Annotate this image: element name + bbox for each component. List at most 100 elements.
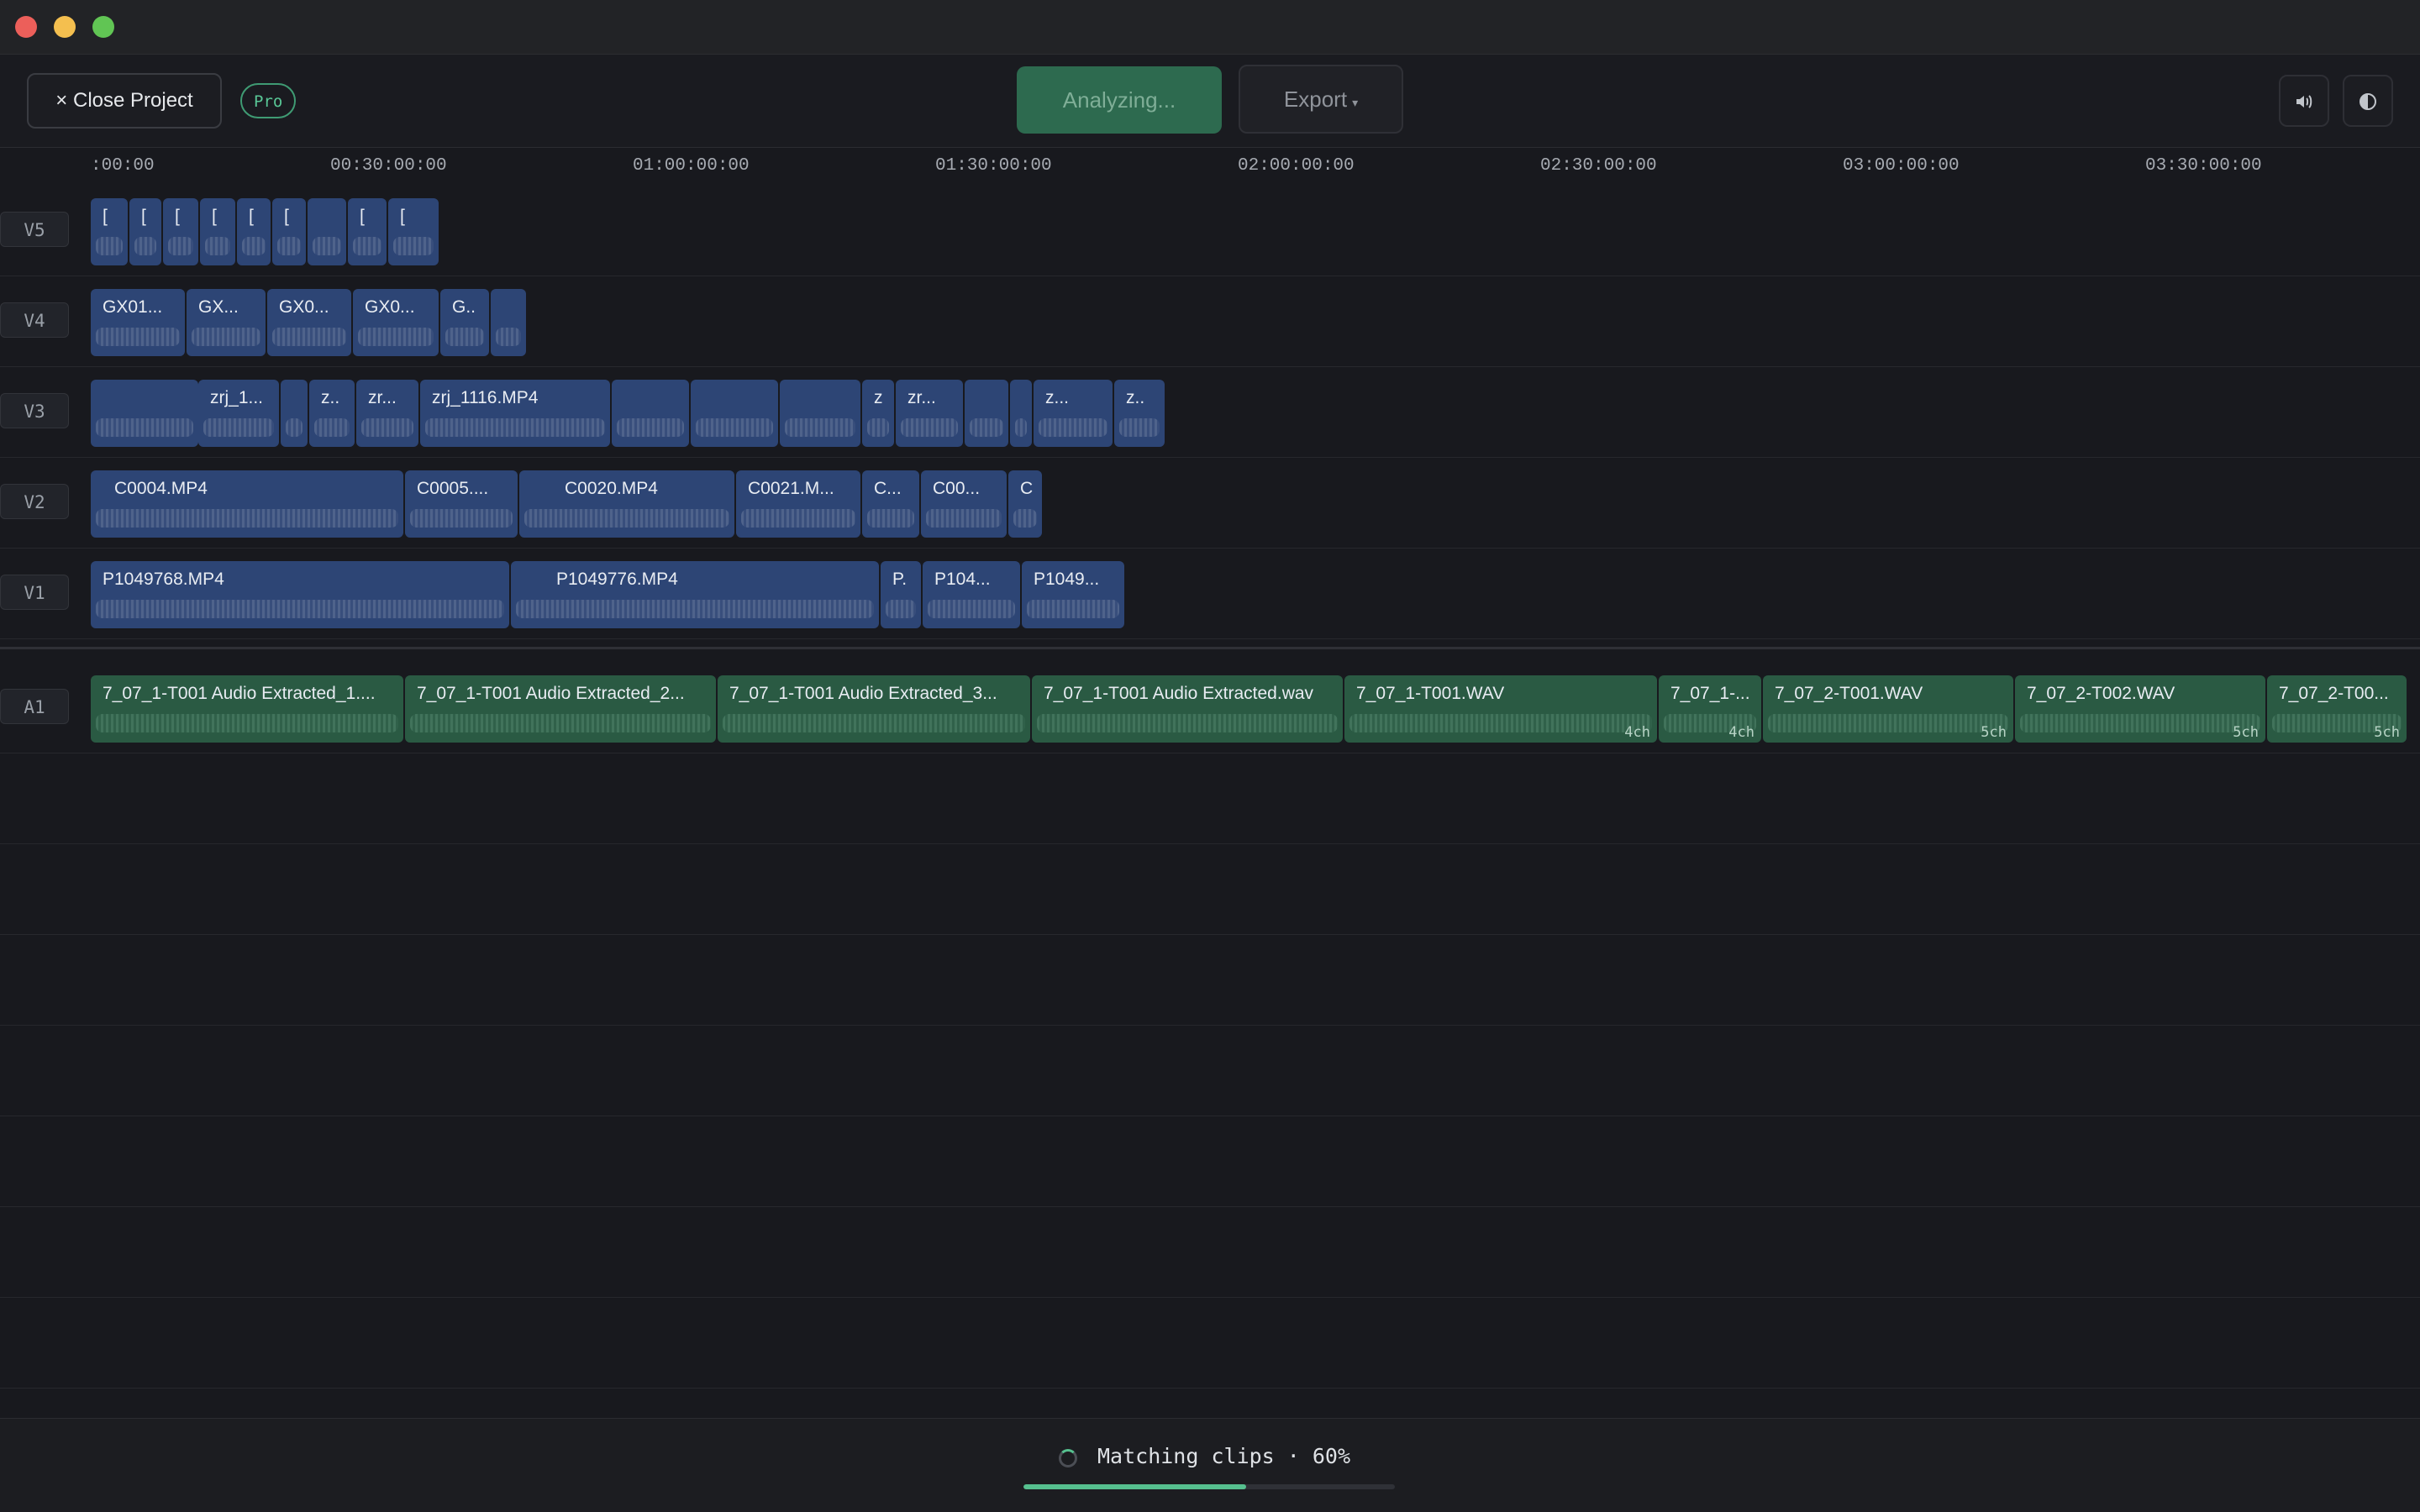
clip[interactable]: C0021.M... bbox=[736, 470, 860, 538]
clip[interactable]: z.. bbox=[1114, 380, 1165, 447]
ruler-tick: 00:30:00:00 bbox=[330, 156, 447, 176]
status-bar: Matching clips · 60% bbox=[0, 1418, 2420, 1512]
clip[interactable]: [ bbox=[388, 198, 439, 265]
close-project-button[interactable]: × Close Project bbox=[27, 73, 222, 129]
clip[interactable]: 7_07_1-T001 Audio Extracted_2... bbox=[405, 675, 716, 743]
window-maximize-button[interactable] bbox=[92, 16, 114, 38]
clip[interactable]: P. bbox=[881, 561, 921, 628]
clip[interactable]: [ bbox=[348, 198, 387, 265]
clip[interactable]: zr... bbox=[896, 380, 963, 447]
clip[interactable]: 7_07_1-T001 Audio Extracted_1.... bbox=[91, 675, 403, 743]
ruler-tick: 03:30:00:00 bbox=[2145, 156, 2262, 176]
ruler-tick: 02:30:00:00 bbox=[1540, 156, 1657, 176]
clip[interactable]: GX... bbox=[187, 289, 266, 356]
clip[interactable] bbox=[308, 198, 346, 265]
empty-track-row bbox=[0, 934, 2420, 1026]
clip[interactable] bbox=[780, 380, 860, 447]
track-label: V5 bbox=[0, 212, 69, 247]
waveform bbox=[96, 509, 398, 528]
loading-spinner-icon bbox=[1059, 1449, 1077, 1467]
status-text: Matching clips · 60% bbox=[1097, 1444, 1351, 1468]
waveform bbox=[203, 418, 274, 437]
clip[interactable]: zr... bbox=[356, 380, 418, 447]
clip[interactable]: C0004.MP4 bbox=[91, 470, 403, 538]
title-bar bbox=[0, 0, 2420, 55]
clip-name: 7_07_1-T001.WAV bbox=[1356, 684, 1505, 703]
clip-name: zr... bbox=[908, 388, 936, 407]
clip[interactable]: z... bbox=[1034, 380, 1113, 447]
ruler-tick: :00:00 bbox=[91, 156, 155, 176]
clip[interactable] bbox=[491, 289, 526, 356]
clip[interactable]: 7_07_1-... 4ch bbox=[1659, 675, 1761, 743]
waveform bbox=[272, 328, 346, 346]
clip[interactable]: GX0... bbox=[353, 289, 439, 356]
waveform bbox=[96, 237, 123, 255]
clip[interactable] bbox=[691, 380, 778, 447]
clip[interactable]: C0020.MP4 bbox=[519, 470, 734, 538]
clip[interactable]: [ bbox=[200, 198, 235, 265]
timeline-ruler[interactable]: :00:00 00:30:00:00 01:00:00:00 01:30:00:… bbox=[0, 148, 2420, 183]
clip[interactable]: P1049776.MP4 bbox=[511, 561, 879, 628]
clip[interactable]: 7_07_2-T001.WAV 5ch bbox=[1763, 675, 2013, 743]
clip[interactable]: z bbox=[862, 380, 894, 447]
waveform bbox=[516, 600, 874, 618]
window-minimize-button[interactable] bbox=[54, 16, 76, 38]
clip[interactable]: [ bbox=[91, 198, 128, 265]
waveform bbox=[696, 418, 773, 437]
progress-fill bbox=[1023, 1484, 1247, 1489]
clip[interactable]: zrj_1116.MP4 bbox=[420, 380, 610, 447]
waveform bbox=[785, 418, 855, 437]
clip[interactable]: [ bbox=[129, 198, 161, 265]
clip[interactable] bbox=[281, 380, 308, 447]
clip[interactable]: C bbox=[1008, 470, 1042, 538]
waveform bbox=[96, 328, 180, 346]
clip[interactable]: C... bbox=[862, 470, 919, 538]
clip[interactable]: 7_07_2-T002.WAV 5ch bbox=[2015, 675, 2265, 743]
clip[interactable]: P1049... bbox=[1022, 561, 1124, 628]
clip-name: z.. bbox=[321, 388, 340, 407]
clip[interactable]: C0005.... bbox=[405, 470, 518, 538]
clip[interactable] bbox=[91, 380, 198, 447]
theme-toggle-button[interactable] bbox=[2343, 75, 2393, 127]
clip-name: [ bbox=[175, 207, 180, 226]
waveform bbox=[1013, 509, 1037, 528]
clip[interactable]: P104... bbox=[923, 561, 1020, 628]
clip[interactable]: [ bbox=[163, 198, 198, 265]
clip-name: 7_07_1-T001 Audio Extracted.wav bbox=[1044, 684, 1314, 703]
app-window: × Close Project Pro Analyzing... Export ▾… bbox=[0, 0, 2420, 1512]
track-a1: A1 7_07_1-T001 Audio Extracted_1.... 7_0… bbox=[0, 662, 2420, 753]
clip[interactable]: 7_07_2-T00... 5ch bbox=[2267, 675, 2407, 743]
waveform bbox=[361, 418, 413, 437]
clip-name: z bbox=[874, 388, 883, 407]
clip[interactable]: z.. bbox=[309, 380, 355, 447]
clip[interactable]: P1049768.MP4 bbox=[91, 561, 509, 628]
waveform bbox=[617, 418, 684, 437]
waveform bbox=[96, 600, 504, 618]
clip[interactable]: [ bbox=[272, 198, 306, 265]
clip[interactable] bbox=[1010, 380, 1032, 447]
window-close-button[interactable] bbox=[15, 16, 37, 38]
clip[interactable]: GX0... bbox=[267, 289, 351, 356]
clip[interactable]: [ bbox=[237, 198, 271, 265]
clip[interactable]: 7_07_1-T001 Audio Extracted_3... bbox=[718, 675, 1030, 743]
volume-button[interactable] bbox=[2279, 75, 2329, 127]
clip[interactable]: zrj_1... bbox=[198, 380, 279, 447]
waveform bbox=[723, 714, 1025, 732]
export-button[interactable]: Export ▾ bbox=[1239, 65, 1403, 134]
waveform bbox=[886, 600, 916, 618]
waveform bbox=[2020, 714, 2260, 732]
clip-name: [ bbox=[360, 207, 365, 226]
waveform bbox=[926, 509, 1002, 528]
clip[interactable] bbox=[612, 380, 689, 447]
waveform bbox=[496, 328, 521, 346]
analyze-button[interactable]: Analyzing... bbox=[1017, 66, 1222, 134]
speaker-icon bbox=[2296, 94, 2312, 108]
clip[interactable]: 7_07_1-T001 Audio Extracted.wav bbox=[1032, 675, 1343, 743]
clip[interactable]: GX01... bbox=[91, 289, 185, 356]
clip[interactable]: 7_07_1-T001.WAV 4ch bbox=[1344, 675, 1657, 743]
clip[interactable] bbox=[965, 380, 1008, 447]
clip[interactable]: C00... bbox=[921, 470, 1007, 538]
clip[interactable]: G.. bbox=[440, 289, 489, 356]
clip-name: C bbox=[1020, 479, 1034, 498]
waveform bbox=[1039, 418, 1107, 437]
